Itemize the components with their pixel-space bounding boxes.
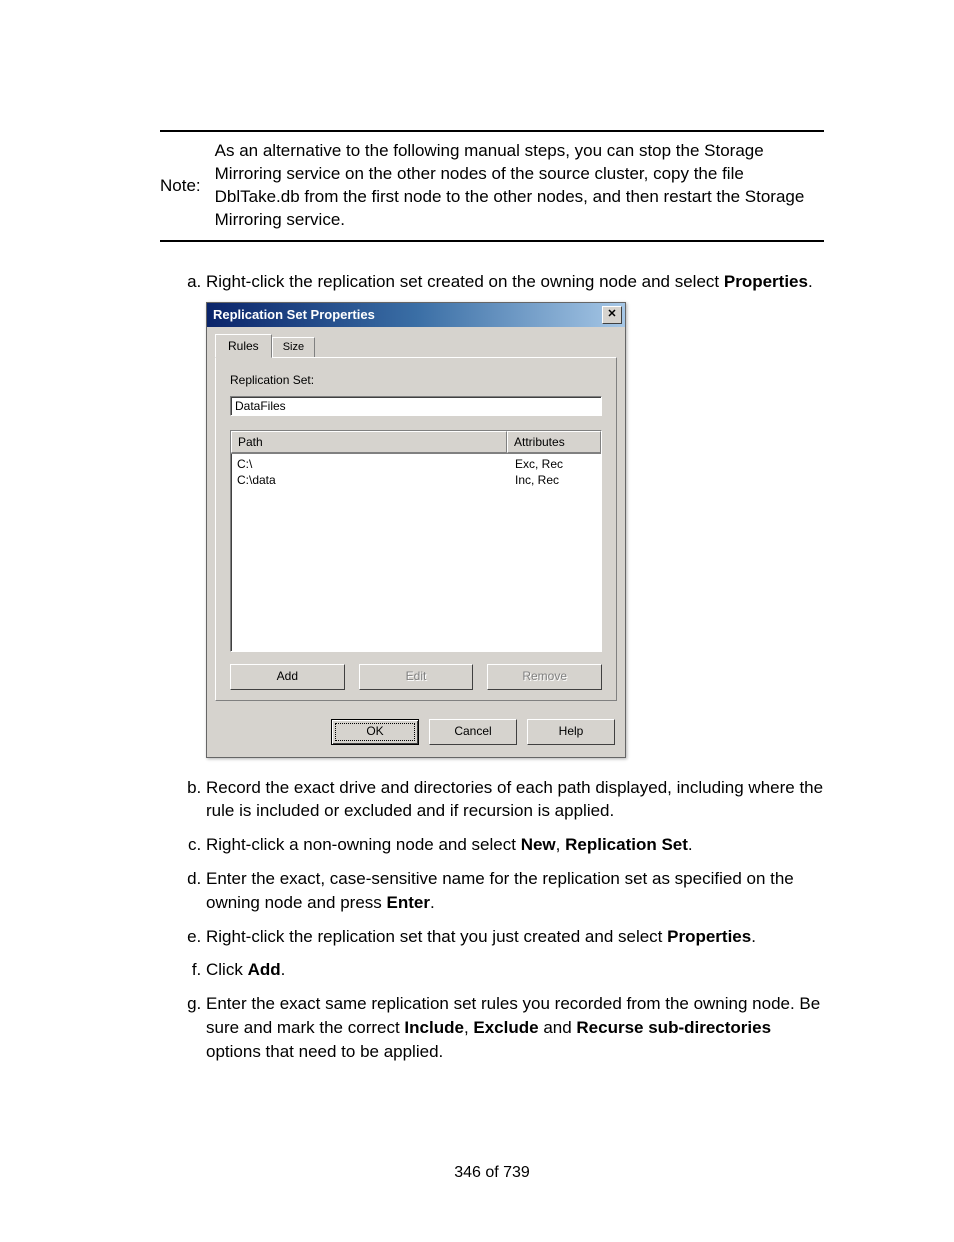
step-f-post: . <box>281 960 286 979</box>
add-button[interactable]: Add <box>230 664 345 690</box>
row-path: C:\ <box>237 456 515 472</box>
ok-button[interactable]: OK <box>331 719 419 745</box>
step-g-b3: Recurse sub-directories <box>576 1018 771 1037</box>
dialog-titlebar: Replication Set Properties ✕ <box>207 303 625 327</box>
row-attr: Exc, Rec <box>515 456 595 472</box>
step-g-mid2: and <box>539 1018 577 1037</box>
close-button[interactable]: ✕ <box>602 306 622 324</box>
step-d-pre: Enter the exact, case-sensitive name for… <box>206 869 794 912</box>
list-item[interactable]: C:\ Exc, Rec <box>231 456 601 472</box>
step-g-b1: Include <box>404 1018 464 1037</box>
column-path[interactable]: Path <box>231 431 507 454</box>
step-c-b2: Replication Set <box>565 835 688 854</box>
page-number: 346 of 739 <box>160 1164 824 1182</box>
step-b: Record the exact drive and directories o… <box>206 776 824 824</box>
cancel-button[interactable]: Cancel <box>429 719 517 745</box>
step-e-post: . <box>751 927 756 946</box>
step-a-pre: Right-click the replication set created … <box>206 272 724 291</box>
step-e-pre: Right-click the replication set that you… <box>206 927 667 946</box>
step-c: Right-click a non-owning node and select… <box>206 833 824 857</box>
tab-strip: Rules Size <box>215 335 617 357</box>
step-d: Enter the exact, case-sensitive name for… <box>206 867 824 915</box>
step-e-b1: Properties <box>667 927 751 946</box>
note-block: Note: As an alternative to the following… <box>160 130 824 242</box>
step-a-post: . <box>808 272 813 291</box>
rule-buttons-row: Add Edit Remove <box>230 664 602 690</box>
step-f: Click Add. <box>206 958 824 982</box>
edit-button: Edit <box>359 664 474 690</box>
tab-rules[interactable]: Rules <box>215 334 272 358</box>
tab-panel-rules: Replication Set: Path Attributes C:\ Exc… <box>215 357 617 701</box>
step-c-post: . <box>688 835 693 854</box>
step-d-b1: Enter <box>387 893 430 912</box>
step-a-bold: Properties <box>724 272 808 291</box>
step-c-pre: Right-click a non-owning node and select <box>206 835 521 854</box>
step-d-post: . <box>430 893 435 912</box>
column-attributes[interactable]: Attributes <box>507 431 601 454</box>
list-item[interactable]: C:\data Inc, Rec <box>231 472 601 488</box>
step-g: Enter the exact same replication set rul… <box>206 992 824 1063</box>
row-path: C:\data <box>237 472 515 488</box>
replication-set-properties-dialog: Replication Set Properties ✕ Rules Size … <box>206 302 626 758</box>
listview-header: Path Attributes <box>231 431 601 455</box>
replication-set-label: Replication Set: <box>230 372 602 389</box>
step-g-mid1: , <box>464 1018 473 1037</box>
row-attr: Inc, Rec <box>515 472 595 488</box>
step-g-b2: Exclude <box>473 1018 538 1037</box>
help-button[interactable]: Help <box>527 719 615 745</box>
step-a: Right-click the replication set created … <box>206 270 824 758</box>
rules-listview[interactable]: Path Attributes C:\ Exc, Rec C:\data <box>230 430 602 652</box>
tab-size[interactable]: Size <box>272 337 315 356</box>
replication-set-input[interactable] <box>230 396 602 416</box>
dialog-body: Rules Size Replication Set: Path Attribu… <box>207 327 625 709</box>
dialog-footer: OK Cancel Help <box>207 709 625 757</box>
step-c-mid: , <box>556 835 565 854</box>
step-e: Right-click the replication set that you… <box>206 925 824 949</box>
remove-button: Remove <box>487 664 602 690</box>
note-text: As an alternative to the following manua… <box>215 140 824 232</box>
dialog-title: Replication Set Properties <box>213 306 602 324</box>
step-g-post: options that need to be applied. <box>206 1042 443 1061</box>
note-label: Note: <box>160 176 201 196</box>
listview-body: C:\ Exc, Rec C:\data Inc, Rec <box>231 454 601 490</box>
step-f-pre: Click <box>206 960 248 979</box>
step-c-b1: New <box>521 835 556 854</box>
steps-list: Right-click the replication set created … <box>160 270 824 1064</box>
step-f-b1: Add <box>248 960 281 979</box>
